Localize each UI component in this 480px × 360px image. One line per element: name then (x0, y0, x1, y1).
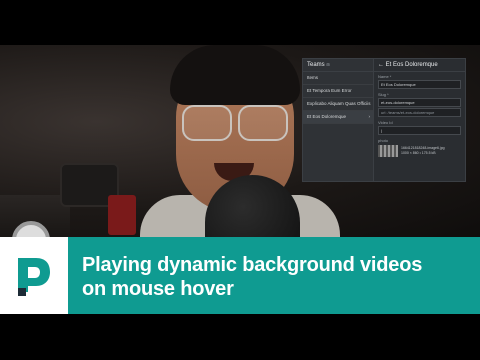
video-title: Playing dynamic background videos on mou… (82, 253, 472, 301)
photo-info: 1664121818248-image6.jpg 1000 × 860 • 17… (401, 146, 445, 156)
url-preview: url: /teams/et-eos-doloremque (378, 108, 461, 117)
editor-title: Et Eos Doloremque (385, 62, 438, 68)
presenter-hair (170, 45, 300, 105)
letterbox-top (0, 0, 480, 45)
photo-label: photo (378, 138, 389, 143)
glasses-lens-left (182, 105, 232, 141)
letterbox-bottom (0, 314, 480, 360)
video-id-input[interactable]: | (378, 126, 461, 135)
teams-header: Teams ⊞ (303, 59, 373, 72)
glasses-lens-right (238, 105, 288, 141)
name-label: Name * (378, 74, 392, 79)
video-frame: Teams ⊞ Items Et Tempora Eum Error Expli… (0, 0, 480, 360)
chevron-right-icon: › (368, 114, 371, 119)
channel-logo-icon (18, 258, 50, 296)
photo-field[interactable]: 1664121818248-image6.jpg 1000 × 860 • 17… (378, 145, 461, 157)
background-red-object (108, 195, 136, 235)
team-list-item[interactable]: Explicabo Aliquam Quas Officiis (303, 98, 373, 111)
teams-list: Teams ⊞ Items Et Tempora Eum Error Expli… (303, 59, 374, 181)
editor-header: ← Et Eos Doloremque (374, 59, 465, 72)
team-list-item[interactable]: Et Tempora Eum Error (303, 85, 373, 98)
teams-header-icon: ⊞ (326, 62, 330, 67)
video-title-line1: Playing dynamic background videos (82, 254, 423, 276)
team-list-item[interactable]: Items (303, 72, 373, 85)
back-arrow-icon[interactable]: ← (378, 62, 384, 68)
video-id-label: Video Id (378, 120, 393, 125)
team-editor: ← Et Eos Doloremque Name * Et Eos Dolore… (374, 59, 465, 181)
photo-meta: 1000 × 860 • 175.5 kB (401, 151, 436, 155)
slug-input[interactable]: et-eos-doloremque (378, 98, 461, 107)
team-list-item-selected[interactable]: Et Eos Doloremque › (303, 111, 373, 124)
name-input[interactable]: Et Eos Doloremque (378, 80, 461, 89)
video-title-line2: on mouse hover (82, 278, 234, 300)
cms-screen-panel: Teams ⊞ Items Et Tempora Eum Error Expli… (302, 58, 466, 182)
photo-thumbnail (378, 145, 398, 157)
presenter-glasses (182, 105, 292, 141)
slug-label: Slug * (378, 92, 389, 97)
